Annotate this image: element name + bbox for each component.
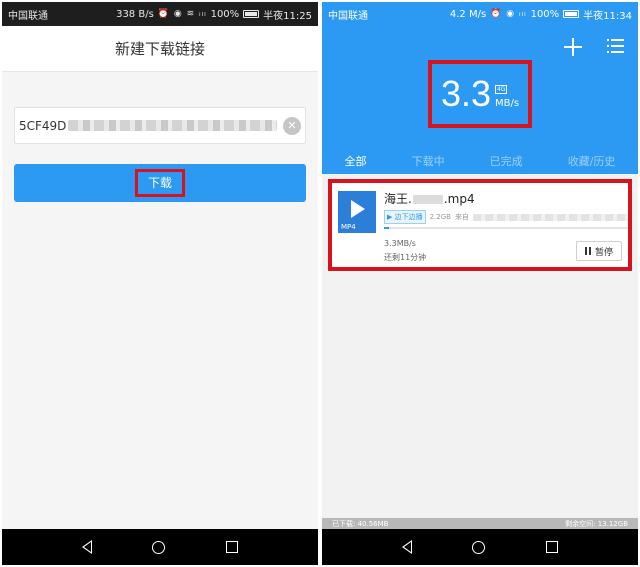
speed-unit: MB/s <box>494 98 520 109</box>
menu-list-icon[interactable] <box>607 39 624 54</box>
storage-info-bar: 已下载: 40.56MB 剩余空间: 13.12GB <box>322 518 638 529</box>
speed-header: 3.3 4G MB/s 全部 下载中 已完成 收藏/历史 <box>322 26 638 174</box>
download-speed-display: 3.3 4G MB/s <box>428 60 532 128</box>
battery-icon <box>243 10 260 18</box>
speed-value: 3.3 <box>440 73 491 114</box>
network-speed: 4.2 M/s <box>449 8 487 20</box>
recent-apps-icon[interactable] <box>545 541 558 553</box>
pause-icon <box>584 247 591 255</box>
file-name-suffix: .mp4 <box>443 192 475 206</box>
tab-favorites-history[interactable]: 收藏/历史 <box>568 153 616 169</box>
play-icon <box>351 200 365 218</box>
download-tabs: 全部 下载中 已完成 收藏/历史 <box>322 150 638 172</box>
pause-label: 暂停 <box>594 247 613 258</box>
network-speed: 338 B/s <box>116 8 154 20</box>
clock: 半夜11:34 <box>583 10 632 22</box>
status-bar: 中国联通 4.2 M/s ⏰ ◉ ᵢₗₗ 100% 半夜11:34 <box>322 2 638 26</box>
add-icon[interactable] <box>564 38 582 56</box>
stream-play-badge[interactable]: ▶ 边下边播 <box>384 210 426 224</box>
home-icon[interactable] <box>472 540 486 554</box>
navigation-bar <box>322 529 638 565</box>
download-button[interactable]: 下载 <box>14 164 306 202</box>
task-meta: ▶ 边下边播 2.2GB 来自 <box>384 210 628 224</box>
file-type-label: MP4 <box>341 223 356 231</box>
time-remaining: 还剩11分钟 <box>384 253 427 262</box>
url-text: 5CF49D <box>19 118 67 133</box>
download-url-input[interactable]: 5CF49D ✕ <box>14 107 306 144</box>
pause-button[interactable]: 暂停 <box>576 241 622 261</box>
back-icon[interactable] <box>402 540 413 554</box>
video-file-icon: MP4 <box>338 191 376 233</box>
status-icons: ⏰ ◉ ≋ ᵢₗₗ <box>157 9 207 19</box>
back-icon[interactable] <box>82 540 93 554</box>
page-title: 新建下载链接 <box>114 40 205 58</box>
source-blurred <box>472 213 628 221</box>
home-icon[interactable] <box>152 540 166 554</box>
battery-percent: 100% <box>210 8 240 20</box>
url-blurred-region <box>68 120 277 131</box>
source-label: 来自 <box>454 213 469 221</box>
recent-apps-icon[interactable] <box>225 541 238 553</box>
clock: 半夜11:25 <box>263 10 312 22</box>
file-size: 2.2GB <box>429 213 451 221</box>
left-phone-screen: 中国联通 338 B/s ⏰ ◉ ≋ ᵢₗₗ 100% 半夜11:25 新建下载… <box>2 2 318 565</box>
navigation-bar <box>2 529 318 565</box>
battery-percent: 100% <box>530 8 560 20</box>
clear-icon[interactable]: ✕ <box>283 116 301 135</box>
download-label: 下载 <box>134 169 185 197</box>
file-name-blurred <box>412 195 443 204</box>
download-progress-bar <box>384 227 628 229</box>
carrier-label: 中国联通 <box>328 10 368 22</box>
downloaded-amount: 已下载: 40.56MB <box>332 519 389 528</box>
tab-completed[interactable]: 已完成 <box>490 153 523 169</box>
status-bar: 中国联通 338 B/s ⏰ ◉ ≋ ᵢₗₗ 100% 半夜11:25 <box>2 2 318 26</box>
network-badge: 4G <box>494 85 508 94</box>
download-task-item[interactable]: MP4 海王. .mp4 ▶ 边下边播 2.2GB 来自 3.3MB/s 还剩11… <box>328 179 632 271</box>
stream-play-label: 边下边播 <box>394 213 423 221</box>
screenshot-stage: 中国联通 338 B/s ⏰ ◉ ≋ ᵢₗₗ 100% 半夜11:25 新建下载… <box>0 0 640 567</box>
right-phone-screen: 中国联通 4.2 M/s ⏰ ◉ ᵢₗₗ 100% 半夜11:34 3.3 4G <box>322 2 638 565</box>
file-name: 海王. .mp4 <box>384 190 475 207</box>
download-progress-fill <box>384 227 389 229</box>
page-header: 新建下载链接 <box>2 26 318 72</box>
battery-icon <box>563 10 580 18</box>
status-icons: ⏰ ◉ ᵢₗₗ <box>490 9 527 19</box>
free-space: 剩余空间: 13.12GB <box>565 519 628 528</box>
task-speed: 3.3MB/s <box>384 239 416 248</box>
file-name-prefix: 海王. <box>384 192 412 206</box>
tab-downloading[interactable]: 下载中 <box>412 153 445 169</box>
tab-all[interactable]: 全部 <box>345 153 367 169</box>
carrier-label: 中国联通 <box>8 10 48 22</box>
